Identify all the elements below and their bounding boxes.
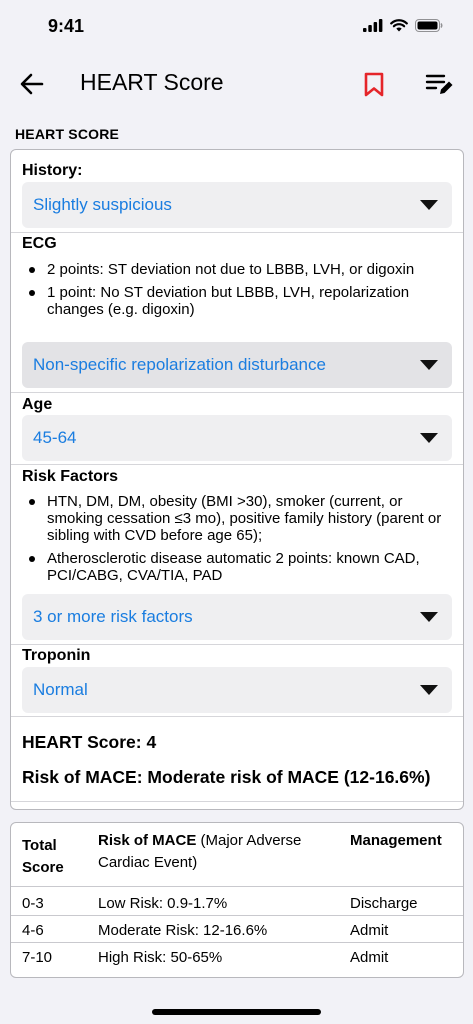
risk-factor-bullet: HTN, DM, DM, obesity (BMI >30), smoker (… (22, 493, 447, 544)
ecg-bullets: 2 points: ST deviation not due to LBBB, … (22, 261, 447, 324)
divider (11, 392, 463, 393)
risk-factors-value: 3 or more risk factors (33, 607, 193, 626)
table-row-divider (11, 886, 463, 887)
row-management: Discharge (350, 895, 418, 912)
home-indicator[interactable] (152, 1009, 321, 1015)
status-icons (363, 19, 443, 32)
ecg-bullet: 1 point: No ST deviation but LBBB, LVH, … (22, 284, 447, 318)
row-score: 0-3 (22, 895, 44, 912)
age-select[interactable]: 45-64 (22, 415, 452, 461)
risk-factors-bullets: HTN, DM, DM, obesity (BMI >30), smoker (… (22, 493, 447, 590)
row-management: Admit (350, 949, 389, 966)
column-header-management: Management (350, 832, 442, 849)
risk-factors-select[interactable]: 3 or more risk factors (22, 594, 452, 640)
chevron-down-icon (420, 360, 438, 370)
notes-edit-icon (425, 74, 453, 94)
page-title: HEART Score (80, 69, 224, 95)
divider (11, 464, 463, 465)
row-score: 7-10 (22, 949, 53, 966)
age-label: Age (22, 396, 53, 413)
row-risk: High Risk: 50-65% (98, 949, 223, 966)
troponin-value: Normal (33, 680, 88, 699)
chevron-down-icon (420, 612, 438, 622)
heart-score-result: HEART Score: 4 (22, 732, 157, 752)
status-time: 9:41 (48, 16, 85, 36)
mace-risk-result: Risk of MACE: Moderate risk of MACE (12-… (22, 767, 431, 787)
history-label: History: (22, 162, 83, 179)
troponin-label: Troponin (22, 647, 91, 664)
bookmark-button[interactable] (362, 71, 386, 99)
back-button[interactable] (18, 70, 46, 98)
row-risk: Low Risk: 0.9-1.7% (98, 895, 228, 912)
status-bar: 9:41 (0, 0, 473, 52)
troponin-select[interactable]: Normal (22, 667, 452, 713)
ecg-bullet: 2 points: ST deviation not due to LBBB, … (22, 261, 447, 278)
reference-table: Total Score Risk of MACE (Major Adverse … (10, 822, 464, 978)
table-row-divider (11, 942, 463, 943)
battery-icon (415, 19, 443, 32)
signal-icon (363, 19, 383, 32)
divider (11, 232, 463, 233)
column-header-risk-bold: Risk of MACE (98, 832, 197, 849)
section-heading: HEART SCORE (15, 126, 120, 142)
row-risk: Moderate Risk: 12-16.6% (98, 922, 268, 939)
divider (11, 716, 463, 717)
ecg-value: Non-specific repolarization disturbance (33, 355, 326, 374)
chevron-down-icon (420, 433, 438, 443)
column-header-total-score: Total Score (22, 837, 64, 876)
age-value: 45-64 (33, 428, 77, 447)
divider (11, 801, 463, 802)
calculator-card: History: Slightly suspicious ECG 2 point… (10, 149, 464, 810)
row-management: Admit (350, 922, 389, 939)
back-arrow-icon (20, 73, 44, 95)
table-row-divider (11, 915, 463, 916)
nav-bar: HEART Score (0, 56, 473, 112)
chevron-down-icon (420, 685, 438, 695)
ecg-label: ECG (22, 235, 57, 252)
risk-factor-bullet: Atherosclerotic disease automatic 2 poin… (22, 550, 447, 584)
wifi-icon (390, 19, 408, 32)
notes-button[interactable] (424, 70, 454, 98)
history-value: Slightly suspicious (33, 195, 172, 214)
divider (11, 644, 463, 645)
bookmark-icon (364, 72, 384, 97)
row-score: 4-6 (22, 922, 44, 939)
ecg-select[interactable]: Non-specific repolarization disturbance (22, 342, 452, 388)
history-select[interactable]: Slightly suspicious (22, 182, 452, 228)
chevron-down-icon (420, 200, 438, 210)
column-header-risk: Risk of MACE (Major Adverse Cardiac Even… (98, 830, 348, 874)
risk-factors-label: Risk Factors (22, 468, 119, 485)
